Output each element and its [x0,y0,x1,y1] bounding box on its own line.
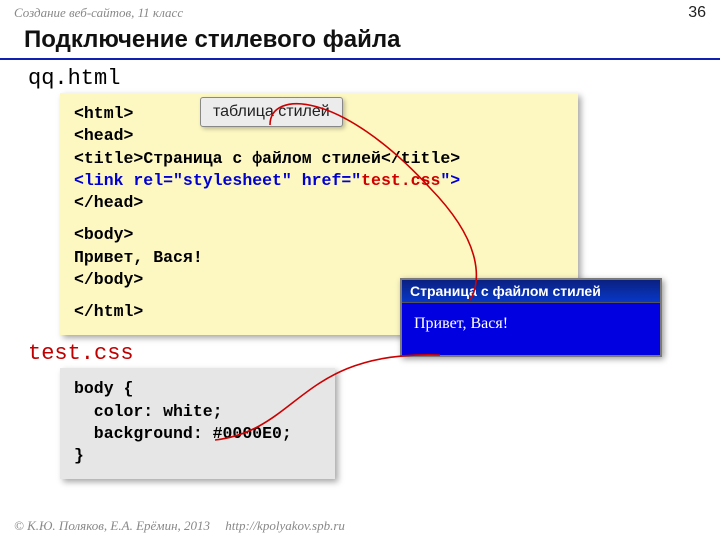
slide-footer: © К.Ю. Поляков, Е.А. Ерёмин, 2013 http:/… [14,518,345,534]
browser-titlebar: Страница с файлом стилей [402,280,660,303]
code-line: </head> [74,192,564,214]
footer-url: http://kpolyakov.spb.ru [225,518,345,533]
code-line: <link rel="stylesheet" href="test.css"> [74,170,564,192]
browser-body: Привет, Вася! [402,303,660,355]
slide-title: Подключение стилевого файла [0,24,720,60]
subject-label: Создание веб-сайтов, 11 класс [14,5,183,21]
page-number: 36 [688,4,706,22]
spacer [74,214,564,224]
code-line: } [74,445,321,467]
callout-label: таблица стилей [200,97,343,127]
code-line: color: white; [74,401,321,423]
code-line: body { [74,378,321,400]
code-line: <head> [74,125,564,147]
code-line: <title>Страница с файлом стилей</title> [74,148,564,170]
code-line: Привет, Вася! [74,247,564,269]
code-line: background: #0000E0; [74,423,321,445]
slide-header: Создание веб-сайтов, 11 класс 36 [0,0,720,24]
browser-preview: Страница с файлом стилей Привет, Вася! [400,278,662,357]
code-line: <body> [74,224,564,246]
filename-html: qq.html [0,60,720,93]
copyright: © К.Ю. Поляков, Е.А. Ерёмин, 2013 [14,518,210,533]
code-block-css: body { color: white; background: #0000E0… [60,368,335,479]
